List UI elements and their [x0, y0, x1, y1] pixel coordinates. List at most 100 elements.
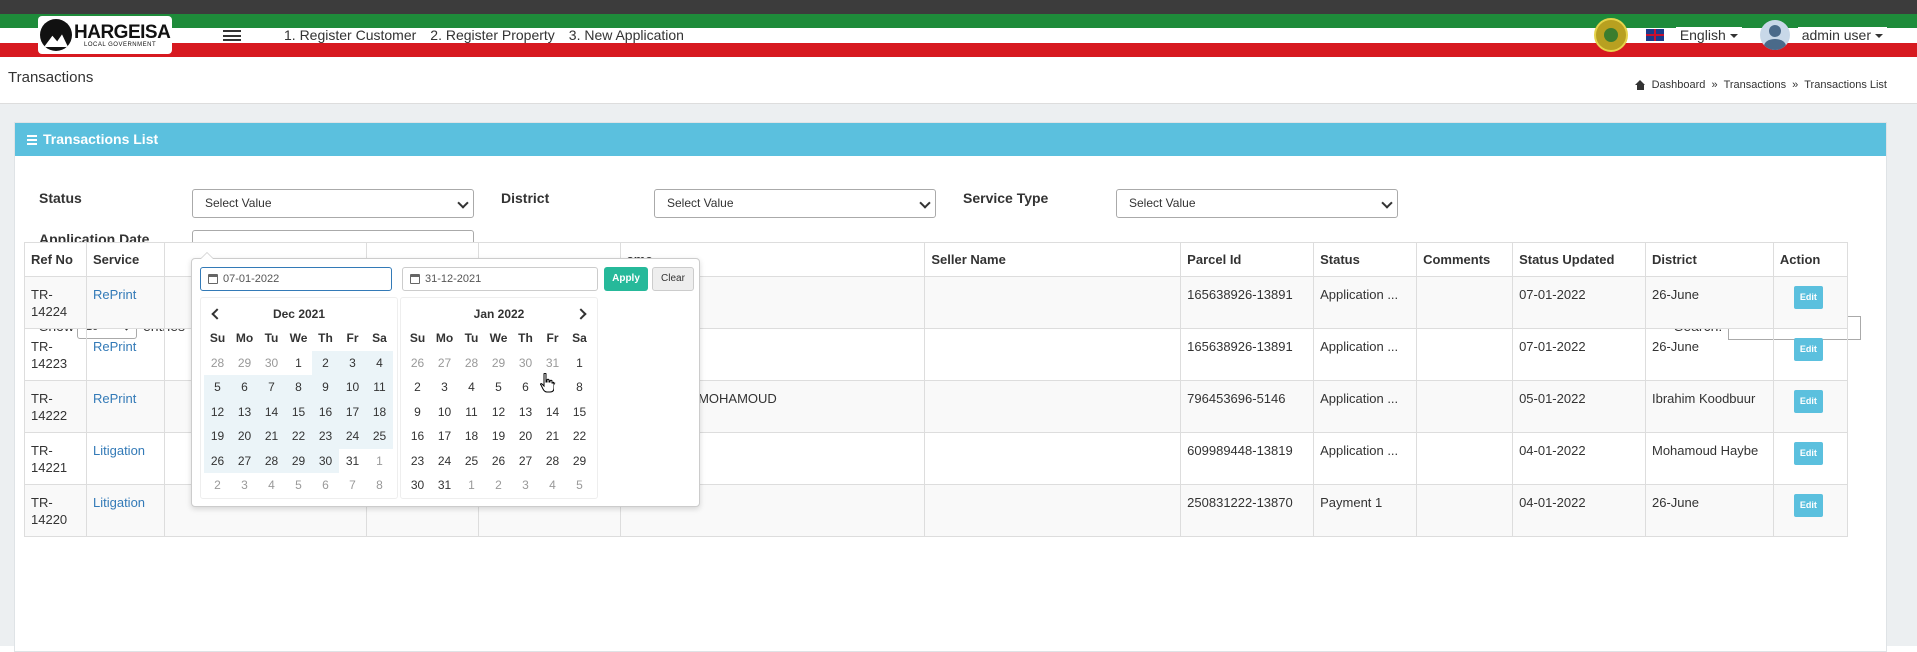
calendar-day[interactable]: 9 — [312, 375, 339, 400]
calendar-day[interactable]: 29 — [231, 351, 258, 376]
calendar-day[interactable]: 9 — [404, 400, 431, 425]
calendar-day[interactable]: 6 — [231, 375, 258, 400]
calendar-day[interactable]: 27 — [512, 449, 539, 474]
calendar-day[interactable]: 11 — [366, 375, 393, 400]
calendar-day[interactable]: 28 — [539, 449, 566, 474]
calendar-day[interactable]: 11 — [458, 400, 485, 425]
breadcrumb-transactions[interactable]: Transactions — [1724, 79, 1787, 91]
service-link[interactable]: RePrint — [93, 391, 136, 406]
nav-register-property[interactable]: 2. Register Property — [430, 28, 555, 43]
calendar-day[interactable]: 21 — [539, 424, 566, 449]
calendar-day[interactable]: 15 — [566, 400, 593, 425]
calendar-day[interactable]: 4 — [458, 375, 485, 400]
calendar-day[interactable]: 4 — [258, 473, 285, 498]
district-select[interactable]: Select Value — [654, 189, 936, 218]
calendar-day[interactable]: 3 — [339, 350, 366, 375]
hamburger-menu-icon[interactable] — [223, 28, 241, 43]
calendar-day[interactable]: 1 — [458, 473, 485, 498]
calendar-day[interactable]: 14 — [258, 399, 285, 424]
calendar-day[interactable]: 30 — [258, 351, 285, 376]
calendar-day[interactable]: 26 — [404, 351, 431, 376]
apply-button[interactable]: Apply — [604, 267, 648, 291]
column-header[interactable]: Status Updated — [1512, 242, 1646, 277]
calendar-day[interactable]: 17 — [339, 399, 366, 424]
calendar-day[interactable]: 13 — [231, 399, 258, 424]
column-header[interactable]: Comments — [1416, 242, 1514, 277]
calendar-day[interactable]: 1 — [366, 449, 393, 474]
edit-button[interactable]: Edit — [1793, 494, 1823, 517]
calendar-day[interactable]: 8 — [566, 375, 593, 400]
calendar-day[interactable]: 17 — [431, 424, 458, 449]
calendar-day[interactable]: 20 — [512, 424, 539, 449]
calendar-day[interactable]: 10 — [431, 400, 458, 425]
calendar-day[interactable]: 31 — [431, 473, 458, 498]
calendar-day[interactable]: 19 — [485, 424, 512, 449]
calendar-day[interactable]: 28 — [258, 448, 285, 473]
edit-button[interactable]: Edit — [1793, 286, 1823, 309]
calendar-day[interactable]: 2 — [204, 473, 231, 498]
calendar-day[interactable]: 6 — [312, 473, 339, 498]
calendar-day[interactable]: 12 — [485, 400, 512, 425]
user-avatar[interactable] — [1759, 20, 1790, 50]
calendar-day[interactable]: 30 — [404, 473, 431, 498]
start-date-input[interactable]: 07-01-2022 — [200, 267, 392, 291]
calendar-day[interactable]: 2 — [404, 375, 431, 400]
calendar-day[interactable]: 30 — [312, 448, 339, 473]
calendar-day[interactable]: 24 — [431, 449, 458, 474]
calendar-day[interactable]: 21 — [258, 424, 285, 449]
column-header[interactable]: Ref No — [24, 242, 87, 277]
calendar-day[interactable]: 29 — [566, 449, 593, 474]
calendar-day[interactable]: 23 — [312, 424, 339, 449]
calendar-day[interactable]: 10 — [339, 375, 366, 400]
calendar-day[interactable]: 12 — [204, 399, 231, 424]
calendar-day[interactable]: 2 — [485, 473, 512, 498]
calendar-day[interactable]: 5 — [204, 375, 231, 400]
breadcrumb-dashboard[interactable]: Dashboard — [1652, 79, 1706, 91]
calendar-day[interactable]: 31 — [339, 449, 366, 474]
column-header[interactable]: District — [1644, 242, 1774, 277]
edit-button[interactable]: Edit — [1793, 390, 1823, 413]
column-header[interactable]: Parcel Id — [1180, 242, 1315, 277]
calendar-day[interactable]: 3 — [512, 473, 539, 498]
calendar-day[interactable]: 4 — [539, 473, 566, 498]
calendar-day[interactable]: 3 — [231, 473, 258, 498]
calendar-day[interactable]: 5 — [485, 375, 512, 400]
calendar-day[interactable]: 1 — [285, 351, 312, 376]
column-header[interactable]: Service — [85, 242, 165, 277]
clear-button[interactable]: Clear — [652, 267, 694, 291]
calendar-day[interactable]: 16 — [312, 399, 339, 424]
calendar-day[interactable]: 22 — [285, 424, 312, 449]
user-menu[interactable]: admin user — [1797, 27, 1887, 43]
calendar-day[interactable]: 14 — [539, 400, 566, 425]
calendar-day[interactable]: 8 — [285, 375, 312, 400]
calendar-day[interactable]: 26 — [485, 449, 512, 474]
column-header[interactable]: Status — [1313, 242, 1418, 277]
service-link[interactable]: RePrint — [93, 339, 136, 354]
service-link[interactable]: RePrint — [93, 287, 136, 302]
calendar-day[interactable]: 28 — [458, 351, 485, 376]
status-select[interactable]: Select Value — [192, 189, 474, 218]
calendar-day[interactable]: 22 — [566, 424, 593, 449]
calendar-day[interactable]: 7 — [339, 473, 366, 498]
service-type-select[interactable]: Select Value — [1116, 189, 1398, 218]
calendar-day[interactable]: 6 — [512, 375, 539, 400]
nav-new-application[interactable]: 3. New Application — [569, 28, 684, 43]
calendar-day[interactable]: 19 — [204, 424, 231, 449]
calendar-day[interactable]: 26 — [204, 448, 231, 473]
calendar-day[interactable]: 4 — [366, 350, 393, 375]
calendar-day[interactable]: 16 — [404, 424, 431, 449]
calendar-day[interactable]: 2 — [312, 350, 339, 375]
edit-button[interactable]: Edit — [1793, 338, 1823, 361]
service-link[interactable]: Litigation — [93, 495, 145, 510]
calendar-day[interactable]: 27 — [431, 351, 458, 376]
end-date-input[interactable]: 31-12-2021 — [402, 267, 598, 291]
calendar-day[interactable]: 18 — [458, 424, 485, 449]
column-header[interactable]: Seller Name — [924, 242, 1182, 277]
hargeisa-logo[interactable]: HARGEISA LOCAL GOVERNMENT — [38, 16, 172, 54]
calendar-day[interactable]: 24 — [339, 424, 366, 449]
calendar-day[interactable]: 27 — [231, 448, 258, 473]
calendar-day[interactable]: 13 — [512, 400, 539, 425]
calendar-day[interactable]: 29 — [285, 448, 312, 473]
calendar-day[interactable]: 28 — [204, 351, 231, 376]
language-dropdown[interactable]: English — [1675, 27, 1742, 43]
